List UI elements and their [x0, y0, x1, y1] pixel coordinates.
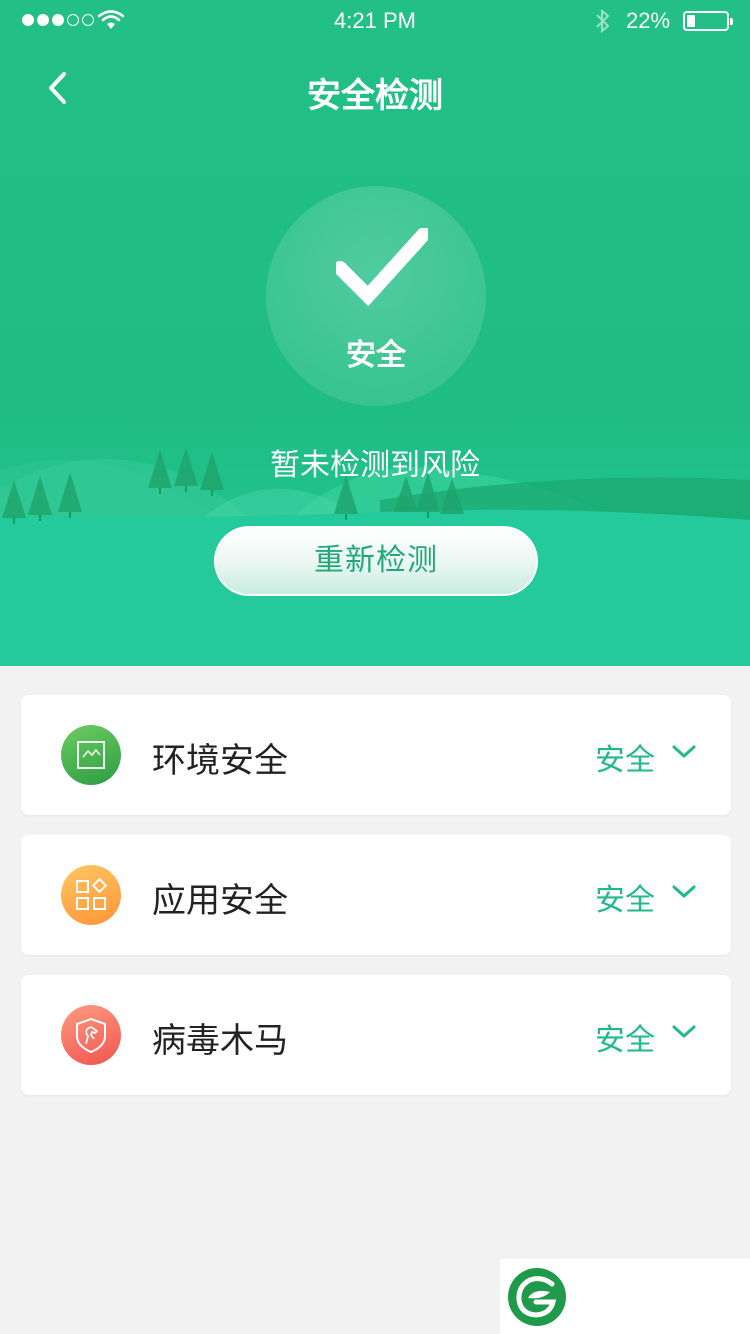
- chevron-down-icon[interactable]: [671, 883, 697, 901]
- environment-icon: [61, 725, 121, 785]
- header-hero: 4:21 PM 22% 安全检测 安全 暂未检测到风险 重新检测: [0, 0, 750, 666]
- bluetooth-icon: [596, 8, 610, 34]
- page-title: 安全检测: [307, 76, 443, 116]
- card-title: 应用安全: [152, 881, 288, 921]
- chevron-down-icon[interactable]: [671, 743, 697, 761]
- apps-icon: [61, 865, 121, 925]
- security-status-label: 安全: [346, 338, 406, 373]
- battery-level-fill: [687, 15, 695, 27]
- card-status: 安全: [595, 743, 655, 778]
- app-security-card[interactable]: 应用安全 安全: [21, 835, 731, 955]
- card-title: 病毒木马: [152, 1021, 288, 1061]
- card-status: 安全: [595, 1023, 655, 1058]
- battery-icon: [683, 11, 733, 31]
- brand-logo-icon: [508, 1268, 566, 1326]
- virus-trojan-card[interactable]: 病毒木马 安全: [21, 975, 731, 1095]
- shield-horse-icon: [61, 1005, 121, 1065]
- chevron-down-icon[interactable]: [671, 1023, 697, 1041]
- status-bar: 4:21 PM 22%: [0, 0, 750, 40]
- card-title: 环境安全: [152, 741, 288, 781]
- rescan-button[interactable]: 重新检测: [214, 526, 538, 596]
- environment-security-card[interactable]: 环境安全 安全: [21, 695, 731, 815]
- risk-summary-text: 暂未检测到风险: [270, 448, 480, 483]
- battery-percentage: 22%: [626, 8, 671, 33]
- card-status: 安全: [595, 883, 655, 918]
- checkmark-icon: [336, 228, 428, 307]
